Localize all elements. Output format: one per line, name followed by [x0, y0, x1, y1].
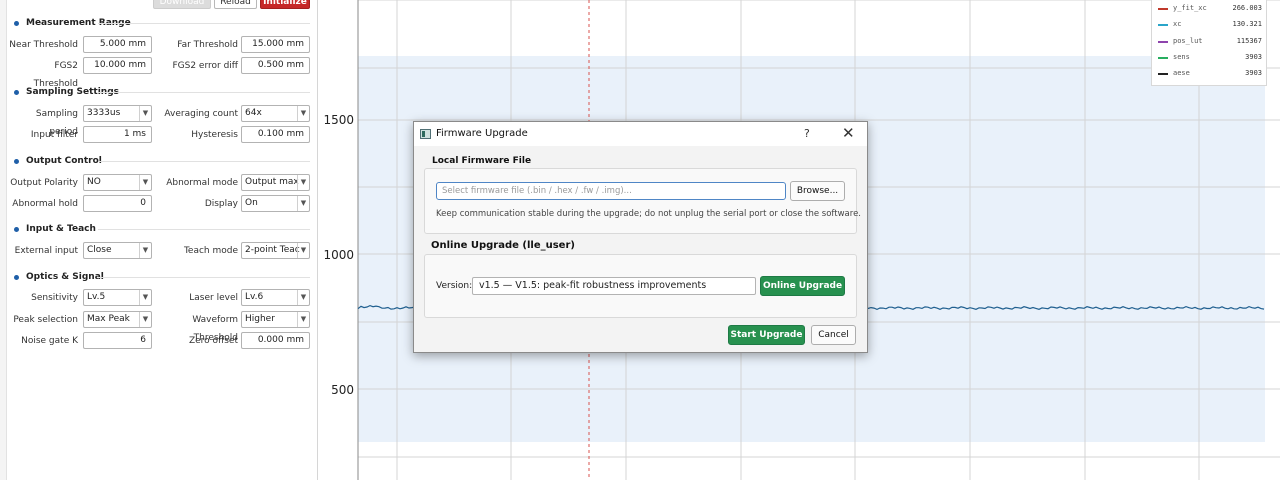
- chart-legend: y_fit_xc 266.003 xc 130.321 pos_lut 115367 …: [1151, 0, 1267, 86]
- legend-swatch: [1158, 8, 1168, 10]
- zero-offset-label: Zero offset: [188, 336, 238, 346]
- version-select[interactable]: v1.5 — V1.5: peak-fit robustness improve…: [472, 277, 756, 295]
- firmware-file-input[interactable]: Select firmware file (.bin / .hex / .fw …: [436, 182, 786, 200]
- chevron-down-icon: ▼: [139, 175, 151, 190]
- section-sampling-settings: Sampling Settings: [14, 85, 310, 99]
- local-firmware-group: [424, 168, 857, 234]
- display-select[interactable]: On ▼: [241, 195, 310, 212]
- hysteresis-label: Hysteresis: [191, 130, 238, 140]
- legend-swatch: [1158, 24, 1168, 26]
- chevron-down-icon: ▼: [139, 243, 151, 258]
- abnormal-hold-input[interactable]: 0: [83, 195, 152, 212]
- zero-offset-input[interactable]: 0.000 mm: [241, 332, 310, 349]
- help-icon[interactable]: ?: [804, 127, 810, 140]
- chevron-down-icon: ▼: [297, 196, 309, 211]
- start-upgrade-button[interactable]: Start Upgrade: [728, 325, 805, 345]
- section-measurement-range: Measurement Range: [14, 16, 310, 30]
- display-label: Display: [204, 199, 238, 209]
- legend-item: aese 3903: [1152, 67, 1268, 81]
- teach-mode-label: Teach mode: [183, 246, 238, 256]
- bullet-icon: [14, 274, 19, 280]
- chevron-down-icon: ▼: [139, 290, 151, 305]
- chevron-down-icon: ▼: [139, 106, 151, 121]
- chevron-down-icon: ▼: [297, 243, 309, 258]
- download-button[interactable]: Download: [153, 0, 211, 9]
- online-upgrade-button[interactable]: Online Upgrade: [760, 276, 845, 296]
- chevron-down-icon: ▼: [297, 175, 309, 190]
- fgs2-error-diff-label: FGS2 error diff: [172, 61, 238, 71]
- external-input-select[interactable]: Close ▼: [83, 242, 152, 259]
- sampling-period-select[interactable]: 3333us ▼: [83, 105, 152, 122]
- fgs2-threshold-input[interactable]: 10.000 mm: [83, 57, 152, 74]
- cancel-button[interactable]: Cancel: [811, 325, 856, 345]
- section-input-teach: Input & Teach: [14, 222, 310, 236]
- bullet-icon: [14, 226, 19, 232]
- bullet-icon: [14, 89, 19, 95]
- close-icon[interactable]: ✕: [842, 124, 855, 142]
- far-threshold-input[interactable]: 15.000 mm: [241, 36, 310, 53]
- bullet-icon: [14, 158, 19, 164]
- far-threshold-label: Far Threshold: [177, 40, 238, 50]
- sensitivity-select[interactable]: Lv.5 ▼: [83, 289, 152, 306]
- peak-selection-label: Peak selection: [13, 315, 78, 325]
- peak-selection-select[interactable]: Max Peak ▼: [83, 311, 152, 328]
- chevron-down-icon: ▼: [297, 290, 309, 305]
- section-optics-signal: Optics & Signal: [14, 270, 310, 284]
- waveform-threshold-select[interactable]: Higher ▼: [241, 311, 310, 328]
- fgs2-error-diff-input[interactable]: 0.500 mm: [241, 57, 310, 74]
- hysteresis-input[interactable]: 0.100 mm: [241, 126, 310, 143]
- y-tick-label: 500: [331, 383, 354, 397]
- firmware-upgrade-dialog: Firmware Upgrade ? ✕ Local Firmware File…: [413, 121, 868, 353]
- external-input-label: External input: [14, 246, 78, 256]
- averaging-count-select[interactable]: 64x ▼: [241, 105, 310, 122]
- laser-level-label: Laser level: [189, 293, 238, 303]
- chevron-down-icon: ▼: [297, 106, 309, 121]
- dialog-title-bar: Firmware Upgrade ? ✕: [414, 122, 867, 146]
- local-firmware-title: Local Firmware File: [432, 156, 532, 166]
- legend-item: sens 3903: [1152, 51, 1268, 65]
- near-threshold-input[interactable]: 5.000 mm: [83, 36, 152, 53]
- abnormal-mode-label: Abnormal mode: [166, 178, 238, 188]
- abnormal-hold-label: Abnormal hold: [12, 199, 78, 209]
- online-upgrade-title: Online Upgrade (lle_user): [431, 240, 575, 251]
- y-tick-label: 1500: [323, 113, 354, 127]
- legend-swatch: [1158, 41, 1168, 43]
- chevron-down-icon: ▼: [297, 312, 309, 327]
- y-tick-label: 1000: [323, 248, 354, 262]
- averaging-count-label: Averaging count: [164, 109, 238, 119]
- noise-gate-k-label: Noise gate K: [21, 336, 78, 346]
- version-label: Version:: [436, 281, 473, 291]
- section-output-control: Output Control: [14, 154, 310, 168]
- noise-gate-k-input[interactable]: 6: [83, 332, 152, 349]
- browse-button[interactable]: Browse...: [790, 181, 845, 201]
- app-icon: [420, 129, 431, 139]
- output-polarity-label: Output Polarity: [10, 178, 78, 188]
- legend-swatch: [1158, 73, 1168, 75]
- upgrade-warning-note: Keep communication stable during the upg…: [436, 209, 861, 219]
- near-threshold-label: Near Threshold: [9, 40, 78, 50]
- input-filter-label: Input filter: [30, 130, 78, 140]
- dialog-title: Firmware Upgrade: [436, 128, 528, 139]
- legend-item: xc 130.321: [1152, 18, 1268, 32]
- bullet-icon: [14, 20, 19, 26]
- sensitivity-label: Sensitivity: [31, 293, 78, 303]
- legend-item: y_fit_xc 266.003: [1152, 2, 1268, 16]
- legend-item: pos_lut 115367: [1152, 35, 1268, 49]
- laser-level-select[interactable]: Lv.6 ▼: [241, 289, 310, 306]
- initialize-button[interactable]: Initialize: [260, 0, 310, 9]
- settings-panel: Download Reload Initialize Measurement R…: [0, 0, 318, 480]
- legend-swatch: [1158, 57, 1168, 59]
- teach-mode-select[interactable]: 2-point Teac ▼: [241, 242, 310, 259]
- input-filter-input[interactable]: 1 ms: [83, 126, 152, 143]
- output-polarity-select[interactable]: NO ▼: [83, 174, 152, 191]
- reload-button[interactable]: Reload: [214, 0, 257, 9]
- abnormal-mode-select[interactable]: Output max ▼: [241, 174, 310, 191]
